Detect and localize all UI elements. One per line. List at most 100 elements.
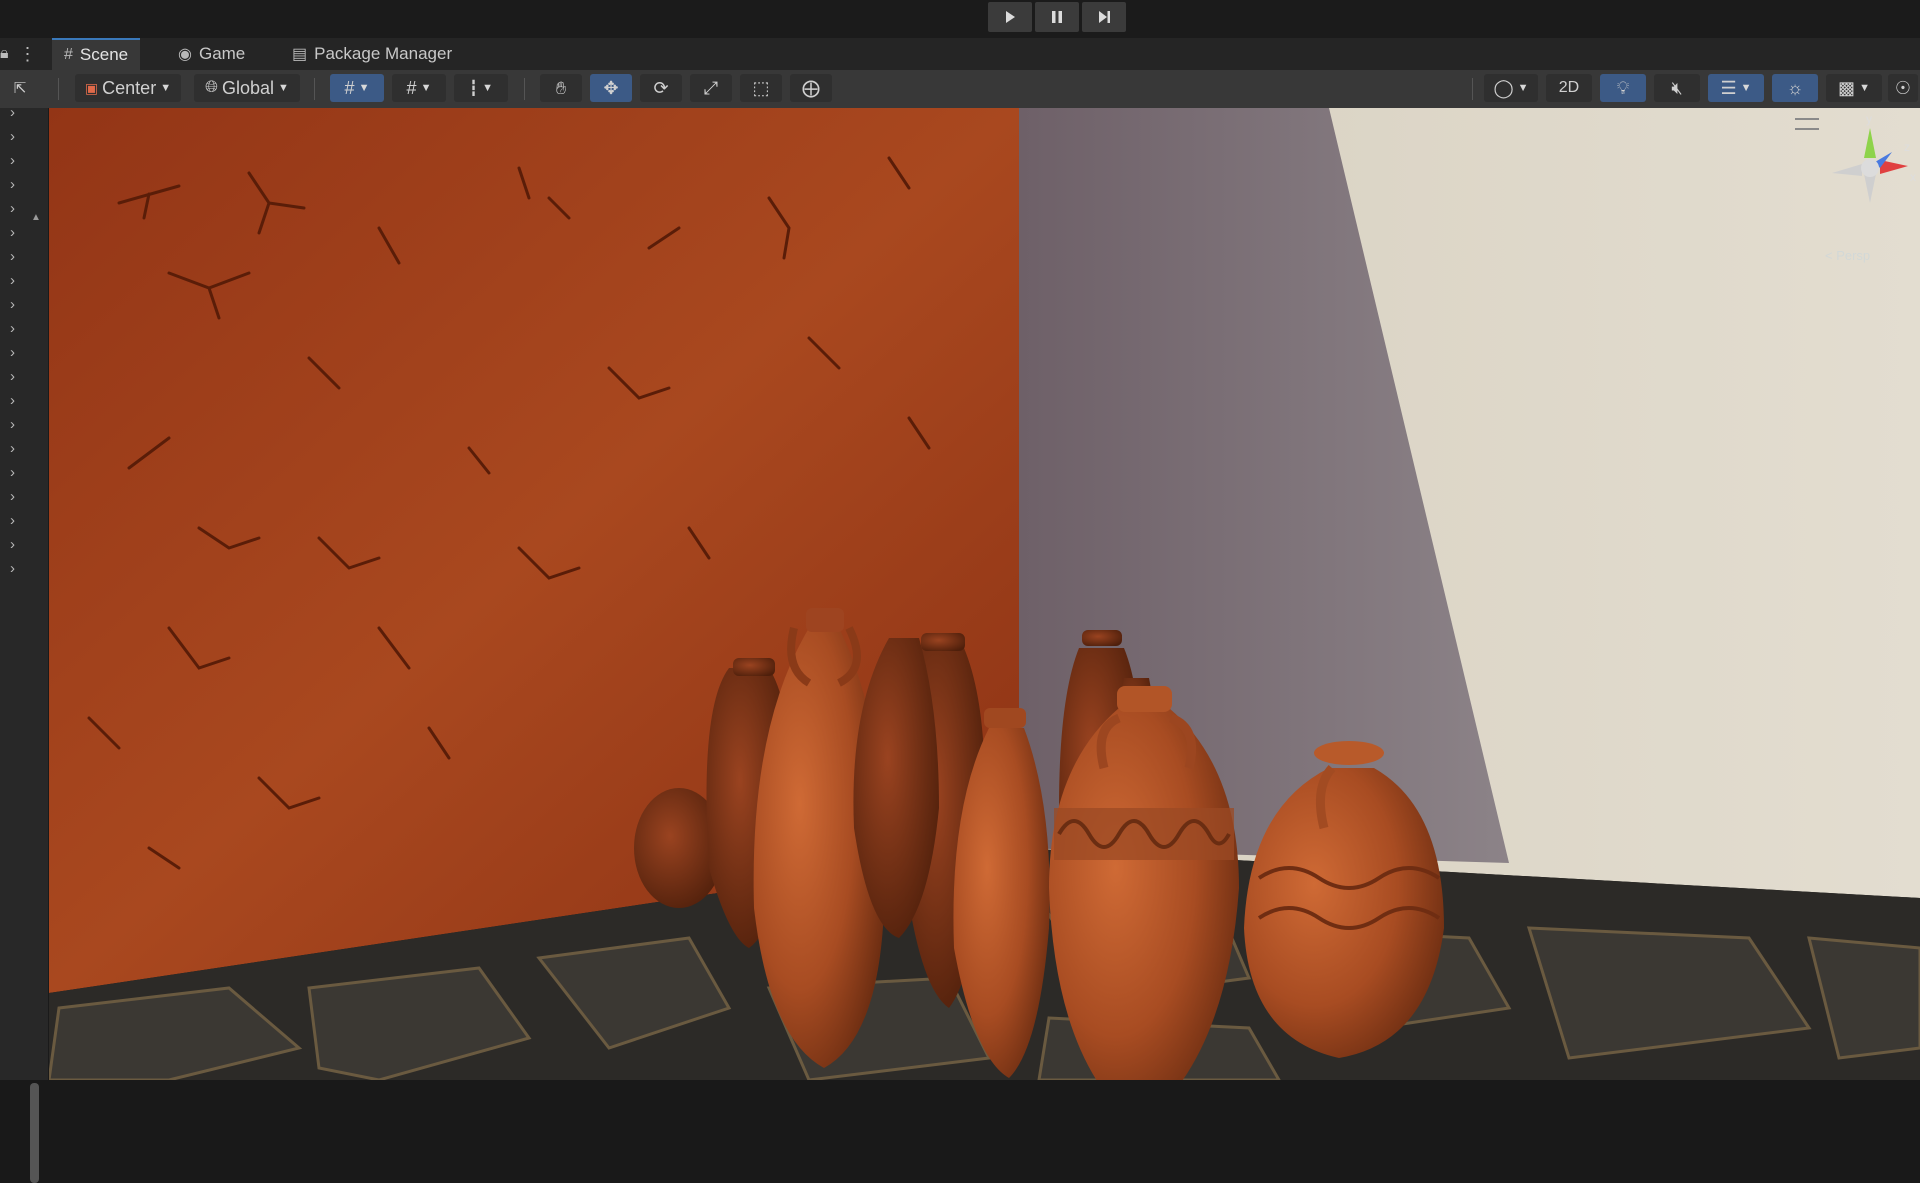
scene-toolbar: ⇱ ▣ Center ▼ 🌐︎ Global ▼ # ▼ # ▼ ┇ ▼ ✋︎ …	[0, 70, 1920, 109]
grid-visibility-dropdown[interactable]: # ▼	[330, 74, 384, 102]
gizmo-menu-icon[interactable]	[1795, 118, 1819, 130]
hierarchy-expand-arrow-icon[interactable]: ›	[10, 152, 15, 169]
more-options-icon[interactable]: ⋮	[19, 44, 37, 65]
rotate-icon: ⟳	[653, 77, 669, 98]
pivot-rotation-dropdown[interactable]: 🌐︎ Global ▼	[194, 74, 300, 102]
scene-render[interactable]	[49, 108, 1920, 1080]
globe-icon: 🌐︎	[205, 79, 218, 96]
grid-snapping-dropdown[interactable]: # ▼	[392, 74, 446, 102]
gamepad-icon: ◉	[178, 46, 192, 63]
transform-tool-button[interactable]: ⨁	[790, 74, 832, 102]
gizmo-sphere-icon: ☉	[1894, 77, 1912, 98]
editor-tab-bar: 🔒︎ ⋮ # Scene ◉ Game ▤ Package Manager	[0, 38, 1920, 71]
hierarchy-expand-arrow-icon[interactable]: ›	[10, 344, 15, 361]
hierarchy-expand-arrow-icon[interactable]: ›	[10, 104, 15, 121]
audio-toggle-button[interactable]: 🔇︎	[1654, 74, 1700, 102]
rotate-tool-button[interactable]: ⟳	[640, 74, 682, 102]
increment-snap-dropdown[interactable]: ┇ ▼	[454, 74, 508, 102]
hierarchy-expand-arrow-icon[interactable]: ›	[10, 200, 15, 217]
hierarchy-expand-arrow-icon[interactable]: ›	[10, 464, 15, 481]
draw-mode-dropdown[interactable]: ◯ ▼	[1484, 74, 1538, 102]
grid-icon: #	[64, 46, 73, 63]
tab-game-label: Game	[198, 44, 246, 63]
grid-icon: #	[344, 77, 355, 98]
lightbulb-icon: 💡︎	[1616, 77, 1630, 98]
play-controls	[988, 2, 1126, 32]
hierarchy-expand-arrow-icon[interactable]: ›	[10, 248, 15, 265]
snap-grid-icon: #	[406, 77, 417, 98]
lighting-toggle-button[interactable]: 💡︎	[1600, 74, 1646, 102]
hierarchy-expand-arrow-icon[interactable]: ›	[10, 368, 15, 385]
rect-icon: ⬚	[752, 77, 770, 98]
lock-icon[interactable]: 🔒︎	[0, 45, 9, 63]
chevron-down-icon: ▼	[1859, 82, 1870, 94]
tab-package-manager-label: Package Manager	[314, 44, 453, 63]
toggle-2d-label: 2D	[1558, 79, 1580, 96]
hierarchy-expand-arrow-icon[interactable]: ›	[10, 272, 15, 289]
rect-tool-button[interactable]: ⬚	[740, 74, 782, 102]
step-button[interactable]	[1082, 2, 1126, 32]
scale-tool-button[interactable]: ⤢	[690, 74, 732, 102]
toggle-2d-button[interactable]: 2D	[1546, 74, 1592, 102]
camera-icon: ▩	[1838, 77, 1856, 98]
scroll-up-arrow-icon[interactable]: ▲	[31, 212, 41, 223]
scene-viewport[interactable]: y x z < Persp	[49, 108, 1920, 1080]
hierarchy-expand-arrow-icon[interactable]: ›	[10, 512, 15, 529]
pivot-mode-dropdown[interactable]: ▣ Center ▼	[75, 74, 181, 102]
view-tool-button[interactable]: ✋︎	[540, 74, 582, 102]
axis-gizmo-icon[interactable]	[1820, 118, 1920, 228]
hierarchy-expand-arrow-icon[interactable]: ›	[10, 296, 15, 313]
pivot-center-icon: ▣	[84, 79, 99, 96]
chevron-down-icon: ▼	[1740, 82, 1752, 94]
scale-icon: ⤢	[703, 77, 719, 98]
pivot-mode-label: Center	[102, 77, 157, 98]
tab-package-manager[interactable]: ▤ Package Manager	[280, 38, 464, 70]
hand-icon: ✋︎	[555, 77, 567, 98]
shading-sphere-icon: ◯	[1493, 77, 1514, 98]
hierarchy-expand-arrow-icon[interactable]: ›	[10, 392, 15, 409]
tab-game[interactable]: ◉ Game	[166, 38, 257, 70]
maximize-icon: ⇱	[13, 80, 27, 97]
maximize-view-button[interactable]: ⇱	[0, 74, 40, 102]
tab-scene-label: Scene	[79, 45, 129, 64]
move-icon: ✥	[603, 77, 619, 98]
hierarchy-tab-stub: 🔒︎ ⋮	[0, 38, 46, 70]
move-tool-button[interactable]: ✥	[590, 74, 632, 102]
play-button[interactable]	[988, 2, 1032, 32]
pivot-rotation-label: Global	[221, 77, 274, 98]
perspective-label[interactable]: < Persp	[1825, 248, 1870, 263]
hierarchy-expand-arrow-icon[interactable]: ›	[10, 224, 15, 241]
camera-settings-dropdown[interactable]: ▩ ▼	[1826, 74, 1882, 102]
hierarchy-expand-arrow-icon[interactable]: ›	[10, 416, 15, 433]
hierarchy-expand-arrow-icon[interactable]: ›	[10, 440, 15, 457]
hierarchy-scrollbar[interactable]	[30, 1083, 39, 1183]
step-icon	[1099, 11, 1110, 23]
package-icon: ▤	[292, 46, 308, 63]
chevron-down-icon: ▼	[160, 82, 172, 94]
scene-visibility-toggle[interactable]: ☼	[1772, 74, 1818, 102]
axis-y-label: y	[1866, 112, 1872, 126]
effects-layers-icon: ☰	[1720, 77, 1737, 98]
pause-button[interactable]	[1035, 2, 1079, 32]
play-mode-bar	[0, 0, 1920, 38]
chevron-down-icon: ▼	[1517, 82, 1529, 94]
gizmos-button[interactable]: ☉	[1888, 74, 1918, 102]
hierarchy-expand-arrow-icon[interactable]: ›	[10, 560, 15, 577]
pause-icon	[1052, 11, 1062, 23]
hierarchy-collapsed-panel: ▲ › › › › › › › › › › › › › › › › › › › ›	[0, 104, 49, 1183]
chevron-down-icon: ▼	[358, 82, 370, 94]
chevron-down-icon: ▼	[482, 82, 493, 94]
hierarchy-expand-arrow-icon[interactable]: ›	[10, 128, 15, 145]
hierarchy-expand-arrow-icon[interactable]: ›	[10, 176, 15, 193]
tab-scene[interactable]: # Scene	[52, 38, 141, 70]
axis-x-label: x	[1910, 170, 1916, 184]
audio-mute-icon: 🔇︎	[1671, 77, 1683, 98]
effects-dropdown[interactable]: ☰ ▼	[1708, 74, 1764, 102]
hierarchy-expand-arrow-icon[interactable]: ›	[10, 536, 15, 553]
axis-z-label: z	[1904, 140, 1910, 154]
hierarchy-expand-arrow-icon[interactable]: ›	[10, 320, 15, 337]
ruler-icon: ┇	[469, 80, 479, 97]
hierarchy-expand-arrow-icon[interactable]: ›	[10, 488, 15, 505]
chevron-down-icon: ▼	[420, 82, 432, 94]
orientation-gizmo[interactable]: y x z < Persp	[1795, 112, 1920, 268]
